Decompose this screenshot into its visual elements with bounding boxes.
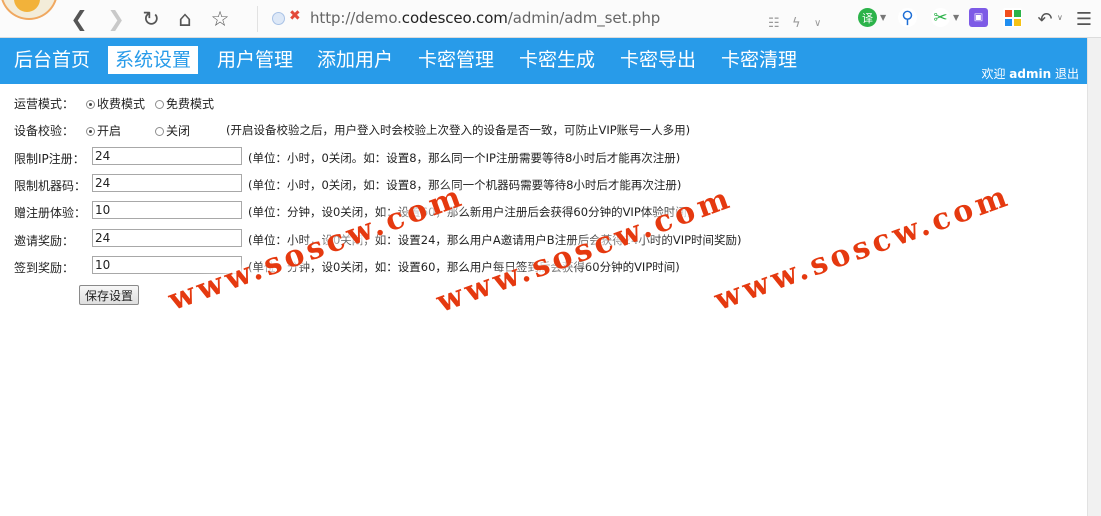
reload-icon: ↻ [142, 7, 160, 31]
search-extension-icon[interactable]: ⚲ [898, 8, 917, 28]
page-scrollbar[interactable] [1087, 38, 1101, 516]
admin-nav-bar: 后台首页 系统设置 用户管理 添加用户 卡密管理 卡密生成 卡密导出 卡密清理 … [0, 38, 1087, 84]
save-settings-button[interactable]: 保存设置 [79, 285, 139, 305]
invite-reward-label: 邀请奖励： [14, 234, 75, 248]
undo-dropdown-icon[interactable]: ∨ [1057, 13, 1063, 22]
star-icon: ☆ [210, 7, 230, 31]
watermark-3: www.soscw.com [710, 178, 1016, 318]
back-button[interactable]: ❮ [66, 6, 92, 32]
checkin-reward-label: 签到奖励： [14, 261, 75, 275]
forward-button[interactable]: ❯ [103, 6, 129, 32]
watermark-2: www.soscw.com [432, 180, 738, 320]
radio-device-on[interactable] [86, 127, 95, 136]
apps-grid-icon[interactable] [1003, 8, 1022, 27]
trial-label: 赠注册体验： [14, 206, 87, 220]
ip-limit-label: 限制IP注册： [14, 152, 85, 166]
device-check-label: 设备校验： [14, 124, 75, 138]
radio-device-off[interactable] [155, 127, 164, 136]
machine-code-limit-input[interactable] [92, 174, 242, 192]
undo-icon[interactable]: ↶ [1032, 6, 1058, 32]
browser-toolbar: ❮ ❯ ↻ ⌂ ☆ ✖ http://demo.codesceo.com/adm… [0, 0, 1101, 38]
not-secure-icon: ✖ [289, 8, 301, 24]
tab-user-management[interactable]: 用户管理 [210, 46, 300, 74]
chevron-right-icon: ❯ [107, 7, 125, 31]
qr-code-icon[interactable]: ☷ [768, 16, 780, 31]
site-info-icon[interactable] [272, 12, 285, 25]
tab-system-settings[interactable]: 系统设置 [108, 46, 199, 74]
ip-limit-input[interactable] [92, 147, 242, 165]
scissors-icon[interactable]: ✂ [931, 8, 950, 28]
scissors-dropdown-icon[interactable]: ▼ [953, 13, 959, 22]
lightning-icon[interactable]: ϟ [792, 16, 801, 31]
radio-paid-mode[interactable] [86, 100, 95, 109]
welcome-text: 欢迎 admin 退出 [981, 67, 1079, 81]
menu-icon[interactable]: ☰ [1071, 6, 1097, 32]
logout-link[interactable]: 退出 [1055, 67, 1079, 81]
trial-input[interactable] [92, 201, 242, 219]
address-bar[interactable]: ✖ http://demo.codesceo.com/admin/adm_set… [257, 6, 843, 32]
translate-extension[interactable]: 译 [858, 8, 877, 27]
watermark-1: www.soscw.com [164, 178, 470, 318]
tab-card-export[interactable]: 卡密导出 [613, 46, 703, 74]
tab-card-management[interactable]: 卡密管理 [411, 46, 501, 74]
chevron-left-icon: ❮ [70, 7, 88, 31]
home-icon: ⌂ [178, 7, 192, 31]
mode-option-free[interactable]: 免费模式 [155, 95, 214, 112]
radio-free-mode[interactable] [155, 100, 164, 109]
home-button[interactable]: ⌂ [172, 6, 198, 32]
machine-code-limit-label: 限制机器码： [14, 179, 87, 193]
device-option-on[interactable]: 开启 [86, 122, 121, 139]
tab-add-user[interactable]: 添加用户 [310, 46, 400, 74]
machine-code-limit-hint: (单位：小时，0关闭，如：设置8，那么同一个机器码需要等待8小时后才能再次注册) [248, 178, 682, 192]
tab-card-cleanup[interactable]: 卡密清理 [714, 46, 804, 74]
mode-label: 运营模式： [14, 97, 75, 111]
invite-reward-input[interactable] [92, 229, 242, 247]
username: admin [1009, 67, 1052, 81]
device-option-off[interactable]: 关闭 [155, 122, 190, 139]
translate-dropdown-icon[interactable]: ▼ [880, 13, 886, 22]
bookmark-button[interactable]: ☆ [207, 6, 233, 32]
tab-home[interactable]: 后台首页 [7, 46, 97, 74]
tab-card-generate[interactable]: 卡密生成 [512, 46, 602, 74]
reload-button[interactable]: ↻ [138, 6, 164, 32]
mode-option-paid[interactable]: 收费模式 [86, 95, 145, 112]
reader-extension-icon[interactable]: ▣ [969, 8, 988, 27]
ip-limit-hint: (单位：小时，0关闭。如：设置8，那么同一个IP注册需要等待8小时后才能再次注册… [248, 151, 681, 165]
device-check-hint: (开启设备校验之后，用户登入时会校验上次登入的设备是否一致，可防止VIP账号一人… [226, 123, 691, 137]
url-text[interactable]: http://demo.codesceo.com/admin/adm_set.p… [310, 9, 660, 27]
browser-logo-icon [0, 0, 58, 20]
dropdown-icon[interactable]: ∨ [814, 18, 821, 29]
